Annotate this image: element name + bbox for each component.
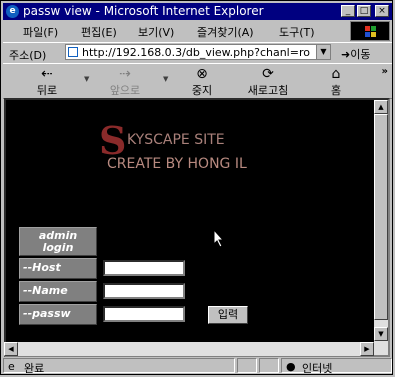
- scroll-right-button[interactable]: ▶: [360, 342, 374, 356]
- go-button[interactable]: ➜이동: [341, 46, 370, 62]
- passw-label: --passw: [19, 304, 97, 325]
- browser-window: e passw view - Microsoft Internet Explor…: [0, 0, 393, 375]
- back-button[interactable]: ⇠ 뒤로: [29, 66, 65, 98]
- toolbar-more-button[interactable]: »: [382, 66, 388, 77]
- forward-label: 앞으로: [109, 84, 141, 97]
- go-label: 이동: [350, 48, 371, 61]
- home-button[interactable]: ⌂ 홈: [321, 66, 351, 98]
- address-dropdown-button[interactable]: ▼: [316, 45, 330, 59]
- scroll-left-button[interactable]: ◀: [4, 342, 18, 356]
- status-zone-pane: ● 인터넷: [281, 358, 392, 375]
- menu-bar: 파일(F) 편집(E) 보기(V) 즐겨찾기(A) 도구(T): [3, 21, 348, 41]
- address-label: 주소(D): [9, 49, 47, 62]
- menu-view[interactable]: 보기(V): [138, 24, 174, 40]
- address-input[interactable]: http://192.168.0.3/db_view.php?chanl=ro …: [65, 44, 331, 60]
- vertical-scroll-thumb[interactable]: [374, 114, 388, 320]
- back-dropdown-icon[interactable]: ▼: [84, 75, 89, 83]
- windows-logo: [350, 21, 390, 41]
- ie-icon: e: [6, 5, 19, 18]
- logo-line-2: CREATE BY HONG IL: [107, 156, 247, 172]
- internet-globe-icon: ●: [286, 360, 296, 373]
- host-label: --Host: [19, 258, 97, 279]
- menu-favorites[interactable]: 즐겨찾기(A): [197, 24, 254, 40]
- windows-flag-icon: [365, 26, 376, 37]
- status-main-pane: e 완료: [3, 358, 235, 375]
- go-arrow-icon: ➜: [341, 48, 351, 61]
- form-title-cell: admin login: [19, 227, 97, 256]
- host-input[interactable]: [103, 260, 185, 276]
- status-page-icon: e: [8, 360, 15, 373]
- vertical-scrollbar[interactable]: ▲ ▼: [374, 100, 388, 355]
- passw-input[interactable]: [103, 306, 185, 322]
- back-label: 뒤로: [36, 84, 58, 97]
- home-icon: ⌂: [331, 66, 341, 82]
- logo-line-1: KYSCAPE SITE: [127, 132, 225, 148]
- name-input[interactable]: [103, 283, 185, 299]
- page-viewport: S KYSCAPE SITE CREATE BY HONG IL admin l…: [4, 98, 390, 357]
- address-bar: 주소(D) http://192.168.0.3/db_view.php?cha…: [3, 42, 392, 64]
- form-title-line-2: login: [42, 241, 74, 254]
- home-label: 홈: [330, 84, 342, 97]
- forward-arrow-icon: ⇢: [119, 66, 131, 82]
- site-logo: S KYSCAPE SITE CREATE BY HONG IL: [99, 118, 289, 180]
- stop-button[interactable]: ⊗ 중지: [183, 66, 221, 98]
- menu-tools[interactable]: 도구(T): [279, 24, 315, 40]
- forward-button[interactable]: ⇢ 앞으로: [103, 66, 147, 98]
- stop-icon: ⊗: [196, 66, 208, 82]
- minimize-button[interactable]: _: [341, 5, 355, 17]
- horizontal-scrollbar[interactable]: ◀ ▶: [4, 342, 374, 356]
- scroll-down-button[interactable]: ▼: [374, 327, 388, 341]
- submit-button[interactable]: 입력: [208, 306, 248, 324]
- toolbar: ⇠ 뒤로 ▼ ⇢ 앞으로 ▼ ⊗ 중지 ⟳ 새로고침 ⌂ 홈 »: [3, 63, 392, 99]
- status-zone: 인터넷: [302, 362, 333, 375]
- refresh-button[interactable]: ⟳ 새로고침: [240, 66, 296, 98]
- close-button[interactable]: ×: [375, 5, 389, 17]
- status-text: 완료: [24, 362, 45, 375]
- name-label: --Name: [19, 281, 97, 302]
- forward-dropdown-icon[interactable]: ▼: [163, 75, 168, 83]
- window-title: passw view - Microsoft Internet Explorer: [23, 4, 264, 18]
- address-url[interactable]: http://192.168.0.3/db_view.php?chanl=ro: [82, 46, 310, 59]
- maximize-button[interactable]: □: [357, 5, 371, 17]
- status-pane-2: [237, 358, 257, 373]
- status-bar: e 완료 ● 인터넷: [3, 358, 392, 375]
- back-arrow-icon: ⇠: [41, 66, 53, 82]
- page-icon: [68, 47, 78, 57]
- menu-edit[interactable]: 편집(E): [81, 24, 117, 40]
- status-pane-3: [259, 358, 279, 373]
- scroll-up-button[interactable]: ▲: [374, 100, 388, 114]
- menu-file[interactable]: 파일(F): [23, 24, 58, 40]
- stop-label: 중지: [191, 84, 213, 97]
- refresh-icon: ⟳: [262, 66, 274, 82]
- title-bar[interactable]: e passw view - Microsoft Internet Explor…: [3, 3, 392, 20]
- mouse-cursor-icon: [214, 230, 225, 248]
- refresh-label: 새로고침: [247, 84, 289, 97]
